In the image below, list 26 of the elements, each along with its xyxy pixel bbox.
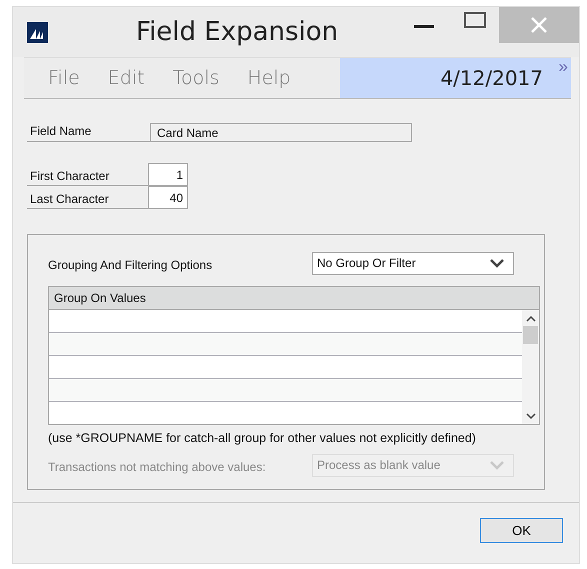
- menu-item[interactable]: Tools: [172, 67, 220, 89]
- window-title: Field Expansion: [136, 17, 340, 47]
- grouping-dropdown[interactable]: No Group Or Filter: [312, 252, 514, 274]
- number-field[interactable]: 1: [148, 163, 188, 185]
- date-text: 4/12/2017: [440, 66, 543, 90]
- unmatched-label: Transactions not matching above values:: [48, 459, 266, 474]
- table-row[interactable]: [49, 333, 522, 356]
- chevron-down-icon: [489, 460, 505, 470]
- menu-item[interactable]: Edit: [108, 67, 145, 89]
- table-row[interactable]: [49, 379, 522, 402]
- chevron-down-icon: [489, 258, 505, 268]
- ok-button[interactable]: OK: [480, 518, 563, 542]
- field-label: First Character: [29, 168, 110, 185]
- grouping-label: Grouping And Filtering Options: [48, 257, 212, 272]
- field-name-value: Card Name: [150, 123, 412, 141]
- more-chevron[interactable]: »: [558, 58, 568, 76]
- scroll-thumb[interactable]: [523, 326, 538, 344]
- menu-item[interactable]: File: [48, 67, 80, 89]
- app-logo-icon: [27, 22, 48, 42]
- hint-text: (use *GROUPNAME for catch-all group for other values not explicitly defined): [48, 431, 477, 445]
- table-row[interactable]: [49, 356, 522, 379]
- column-header: Group On Values: [54, 291, 146, 305]
- field-label: Field Name: [29, 124, 92, 140]
- menu-item[interactable]: Help: [247, 67, 291, 89]
- number-field[interactable]: 40: [148, 186, 188, 208]
- field-label: Last Character: [29, 191, 110, 208]
